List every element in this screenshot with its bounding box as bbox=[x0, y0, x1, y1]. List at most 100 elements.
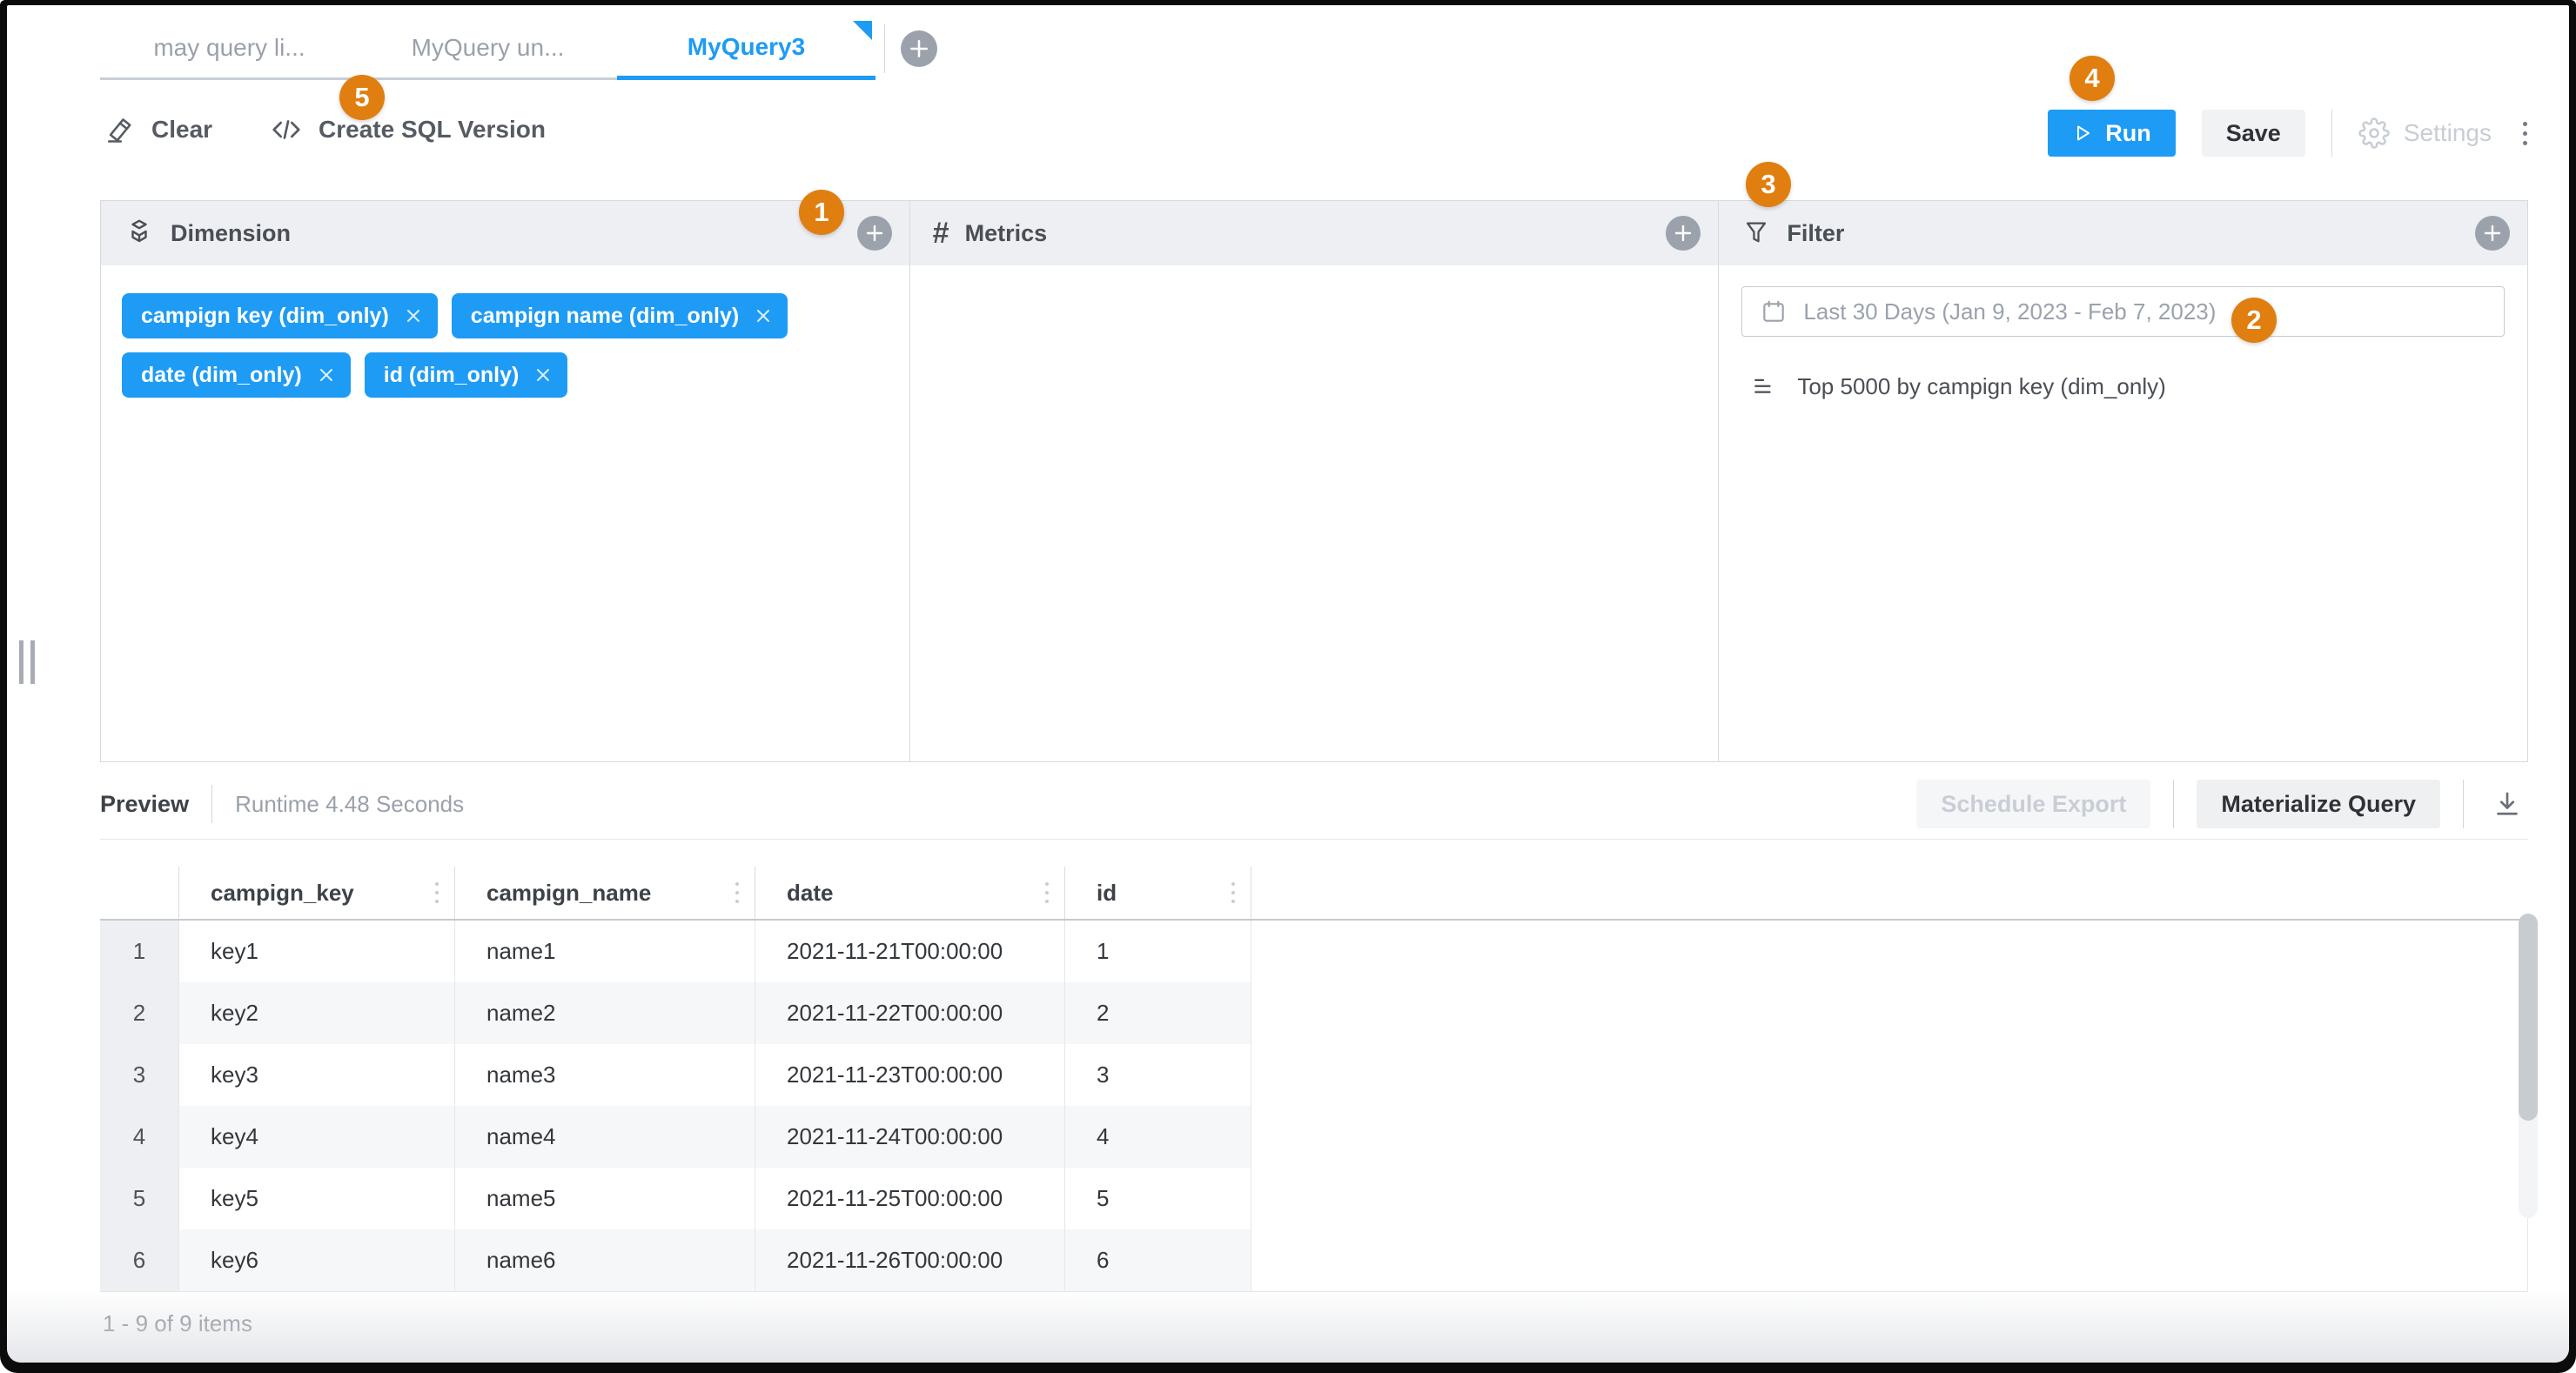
cell-date: 2021-11-22T00:00:00 bbox=[755, 982, 1065, 1044]
cell-id: 6 bbox=[1065, 1229, 1251, 1291]
play-icon bbox=[2072, 123, 2093, 144]
table-row: 1 key1 name1 2021-11-21T00:00:00 1 bbox=[100, 921, 2528, 982]
column-menu-icon[interactable] bbox=[1228, 879, 1238, 907]
dimension-panel-body: campign key (dim_only) campign name (dim… bbox=[101, 265, 909, 761]
tab-label: MyQuery3 bbox=[688, 33, 805, 61]
metrics-panel: # Metrics bbox=[910, 201, 1720, 761]
run-button[interactable]: Run bbox=[2048, 110, 2175, 157]
dimension-panel-title: Dimension bbox=[171, 220, 857, 247]
column-menu-icon[interactable] bbox=[732, 879, 742, 907]
clear-label: Clear bbox=[151, 116, 212, 144]
add-filter-button[interactable] bbox=[2475, 216, 2510, 251]
plus-icon bbox=[864, 223, 885, 244]
cell-campign-key: key1 bbox=[179, 921, 455, 982]
cell-campign-name: name6 bbox=[455, 1229, 755, 1291]
plus-icon bbox=[908, 37, 930, 60]
tab-bar-divider bbox=[884, 24, 885, 73]
cell-date: 2021-11-26T00:00:00 bbox=[755, 1229, 1065, 1291]
cell-date: 2021-11-24T00:00:00 bbox=[755, 1106, 1065, 1168]
table-row: 2 key2 name2 2021-11-22T00:00:00 2 bbox=[100, 982, 2528, 1044]
column-menu-icon[interactable] bbox=[432, 879, 442, 907]
box-icon bbox=[124, 218, 155, 249]
top-n-filter[interactable]: Top 5000 by campign key (dim_only) bbox=[1741, 373, 2505, 400]
row-filler bbox=[1251, 982, 2528, 1044]
save-label: Save bbox=[2226, 120, 2281, 147]
gear-icon bbox=[2358, 117, 2390, 149]
query-toolbar-right: Run Save Settings bbox=[2048, 110, 2532, 157]
top-n-value: Top 5000 by campign key (dim_only) bbox=[1797, 373, 2165, 400]
column-header-date: date bbox=[755, 867, 1065, 919]
cell-id: 4 bbox=[1065, 1106, 1251, 1168]
download-button[interactable] bbox=[2486, 788, 2528, 820]
query-builder-page: may query li... MyQuery un... MyQuery3 C… bbox=[7, 5, 2569, 1363]
table-scrollbar-thumb[interactable] bbox=[2519, 914, 2538, 1121]
table-header-filler bbox=[1251, 867, 2528, 919]
table-row: 5 key5 name5 2021-11-25T00:00:00 5 bbox=[100, 1168, 2528, 1229]
materialize-query-label: Materialize Query bbox=[2221, 791, 2416, 818]
table-top-rule bbox=[100, 839, 2528, 840]
tab-query-2[interactable]: MyQuery un... bbox=[359, 17, 617, 80]
clear-button[interactable]: Clear bbox=[104, 114, 212, 145]
chip-label: campign name (dim_only) bbox=[471, 304, 739, 329]
row-filler bbox=[1251, 1044, 2528, 1106]
settings-button-disabled[interactable]: Settings bbox=[2358, 117, 2492, 149]
column-label: id bbox=[1097, 880, 1117, 907]
schedule-export-label: Schedule Export bbox=[1941, 791, 2126, 818]
preview-divider bbox=[211, 785, 212, 823]
close-icon[interactable] bbox=[316, 365, 337, 385]
preview-actions-divider bbox=[2173, 780, 2174, 828]
close-icon[interactable] bbox=[533, 365, 553, 385]
column-menu-icon[interactable] bbox=[1042, 879, 1052, 907]
cell-date: 2021-11-21T00:00:00 bbox=[755, 921, 1065, 982]
close-icon[interactable] bbox=[403, 305, 424, 326]
tab-query-3-active[interactable]: MyQuery3 bbox=[617, 17, 875, 80]
plus-icon bbox=[1673, 223, 1694, 244]
cell-campign-name: name3 bbox=[455, 1044, 755, 1106]
metrics-panel-title: Metrics bbox=[965, 220, 1667, 247]
annotation-badge-4: 4 bbox=[2070, 56, 2115, 101]
table-bottom-rule bbox=[100, 1291, 2528, 1292]
tab-query-1[interactable]: may query li... bbox=[100, 17, 359, 80]
cell-campign-key: key5 bbox=[179, 1168, 455, 1229]
sidebar-resize-handle[interactable] bbox=[19, 640, 35, 684]
query-tab-bar: may query li... MyQuery un... MyQuery3 bbox=[100, 17, 937, 80]
metrics-panel-header: # Metrics bbox=[910, 201, 1719, 265]
add-tab-button[interactable] bbox=[901, 30, 937, 67]
dimension-chip-campign-key[interactable]: campign key (dim_only) bbox=[122, 293, 438, 338]
dimension-chip-list: campign key (dim_only) campign name (dim… bbox=[101, 265, 909, 425]
add-dimension-button[interactable] bbox=[857, 216, 892, 251]
date-range-filter-input[interactable]: Last 30 Days (Jan 9, 2023 - Feb 7, 2023) bbox=[1741, 286, 2505, 337]
table-scrollbar-track[interactable] bbox=[2519, 914, 2538, 1218]
cell-id: 3 bbox=[1065, 1044, 1251, 1106]
cell-campign-name: name5 bbox=[455, 1168, 755, 1229]
kebab-menu-icon[interactable] bbox=[2518, 117, 2532, 151]
create-sql-version-label: Create SQL Version bbox=[319, 116, 546, 144]
create-sql-version-button[interactable]: Create SQL Version bbox=[270, 113, 546, 146]
close-icon[interactable] bbox=[753, 305, 774, 326]
column-header-campign-key: campign_key bbox=[179, 867, 455, 919]
tab-label: MyQuery un... bbox=[412, 34, 565, 62]
filter-panel-title: Filter bbox=[1787, 220, 2475, 247]
cell-date: 2021-11-23T00:00:00 bbox=[755, 1044, 1065, 1106]
cell-campign-key: key2 bbox=[179, 982, 455, 1044]
materialize-query-button[interactable]: Materialize Query bbox=[2197, 780, 2440, 828]
row-filler bbox=[1251, 1106, 2528, 1168]
cell-campign-name: name4 bbox=[455, 1106, 755, 1168]
cell-campign-key: key6 bbox=[179, 1229, 455, 1291]
query-toolbar-left: Clear Create SQL Version bbox=[104, 113, 546, 146]
run-label: Run bbox=[2105, 120, 2150, 147]
hash-icon: # bbox=[933, 218, 949, 248]
annotation-badge-3: 3 bbox=[1746, 162, 1791, 207]
code-icon bbox=[270, 113, 303, 146]
schedule-export-button-disabled[interactable]: Schedule Export bbox=[1916, 780, 2150, 828]
plus-icon bbox=[2482, 223, 2503, 244]
table-header-row: campign_key campign_name date id bbox=[100, 867, 2528, 921]
save-button[interactable]: Save bbox=[2202, 110, 2305, 157]
dimension-chip-date[interactable]: date (dim_only) bbox=[122, 352, 351, 398]
add-metric-button[interactable] bbox=[1666, 216, 1701, 251]
cell-id: 1 bbox=[1065, 921, 1251, 982]
dimension-chip-id[interactable]: id (dim_only) bbox=[365, 352, 568, 398]
table-row: 4 key4 name4 2021-11-24T00:00:00 4 bbox=[100, 1106, 2528, 1168]
dimension-chip-campign-name[interactable]: campign name (dim_only) bbox=[452, 293, 788, 338]
table-row: 6 key6 name6 2021-11-26T00:00:00 6 bbox=[100, 1229, 2528, 1291]
